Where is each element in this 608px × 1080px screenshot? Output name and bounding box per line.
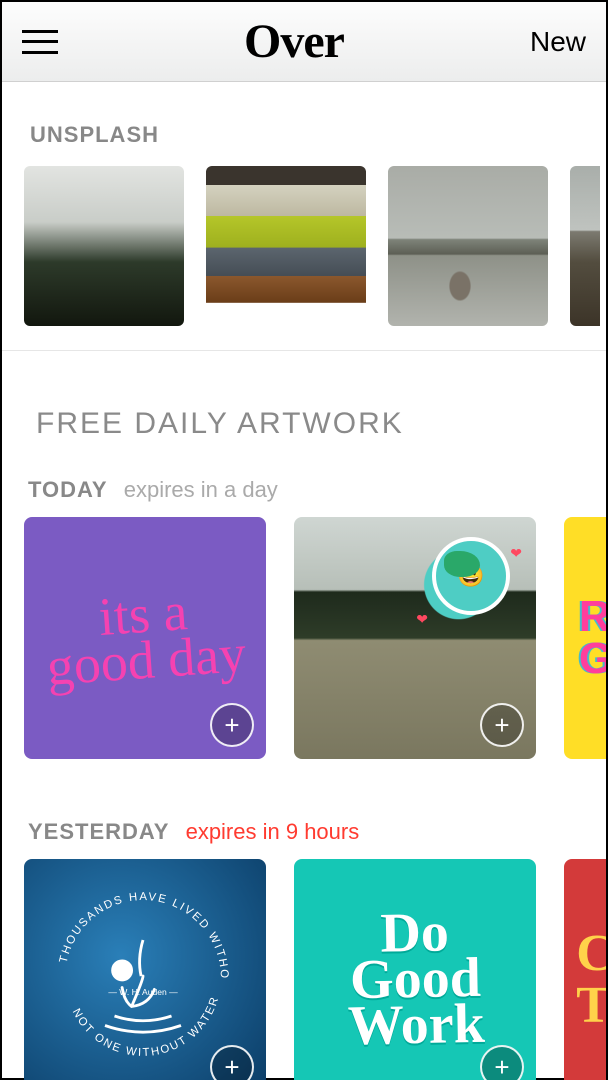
new-button[interactable]: New — [530, 26, 586, 58]
artwork-card[interactable]: R G — [564, 517, 606, 759]
menu-icon[interactable] — [22, 30, 58, 54]
today-label: TODAY — [28, 477, 108, 502]
today-subheading: TODAY expires in a day — [2, 471, 606, 517]
unsplash-tile[interactable] — [388, 166, 548, 326]
artwork-card[interactable]: its a good day + — [24, 517, 266, 759]
artwork-card[interactable]: THOUSANDS HAVE LIVED WITHOUT LOVE NOT ON… — [24, 859, 266, 1080]
add-button[interactable]: + — [480, 703, 524, 747]
yesterday-label: YESTERDAY — [28, 819, 169, 844]
plus-icon: + — [224, 712, 239, 738]
app-logo: Over — [244, 14, 344, 69]
main-content: UNSPLASH FREE DAILY ARTWORK TODAY expire… — [2, 82, 606, 1080]
daily-artwork-heading: FREE DAILY ARTWORK — [2, 351, 606, 471]
artwork-text: R G — [565, 596, 606, 680]
svg-text:NOT ONE WITHOUT WATER: NOT ONE WITHOUT WATER — [70, 994, 222, 1059]
artwork-card[interactable]: Do Good Work + — [294, 859, 536, 1080]
artwork-card[interactable]: C T — [564, 859, 606, 1080]
heart-icon: ❤ — [416, 611, 428, 628]
artwork-card[interactable]: 😃 ❤ ❤ + — [294, 517, 536, 759]
add-button[interactable]: + — [480, 1045, 524, 1080]
svg-text:— W. H. Auden —: — W. H. Auden — — [108, 987, 178, 997]
add-button[interactable]: + — [210, 1045, 254, 1080]
unsplash-tile[interactable] — [206, 166, 366, 326]
unsplash-tile[interactable] — [570, 166, 600, 326]
unsplash-section-label: UNSPLASH — [2, 122, 606, 148]
yesterday-subheading: YESTERDAY expires in 9 hours — [2, 813, 606, 859]
today-scroller[interactable]: its a good day + 😃 ❤ ❤ + R G — [2, 517, 606, 759]
plus-icon: + — [224, 1054, 239, 1080]
earth-sticker-icon: 😃 — [432, 537, 510, 615]
add-button[interactable]: + — [210, 703, 254, 747]
today-expires: expires in a day — [124, 477, 278, 502]
artwork-text: its a good day — [42, 585, 247, 690]
heart-icon: ❤ — [510, 545, 522, 562]
circular-text-icon: THOUSANDS HAVE LIVED WITHOUT LOVE NOT ON… — [48, 883, 238, 1073]
unsplash-scroller[interactable] — [2, 148, 606, 326]
plus-icon: + — [494, 712, 509, 738]
plus-icon: + — [494, 1054, 509, 1080]
artwork-text: Do Good Work — [345, 910, 484, 1050]
yesterday-expires: expires in 9 hours — [186, 819, 360, 844]
unsplash-tile[interactable] — [24, 166, 184, 326]
artwork-text: C T — [564, 928, 606, 1032]
yesterday-scroller[interactable]: THOUSANDS HAVE LIVED WITHOUT LOVE NOT ON… — [2, 859, 606, 1080]
navbar: Over New — [2, 2, 606, 82]
